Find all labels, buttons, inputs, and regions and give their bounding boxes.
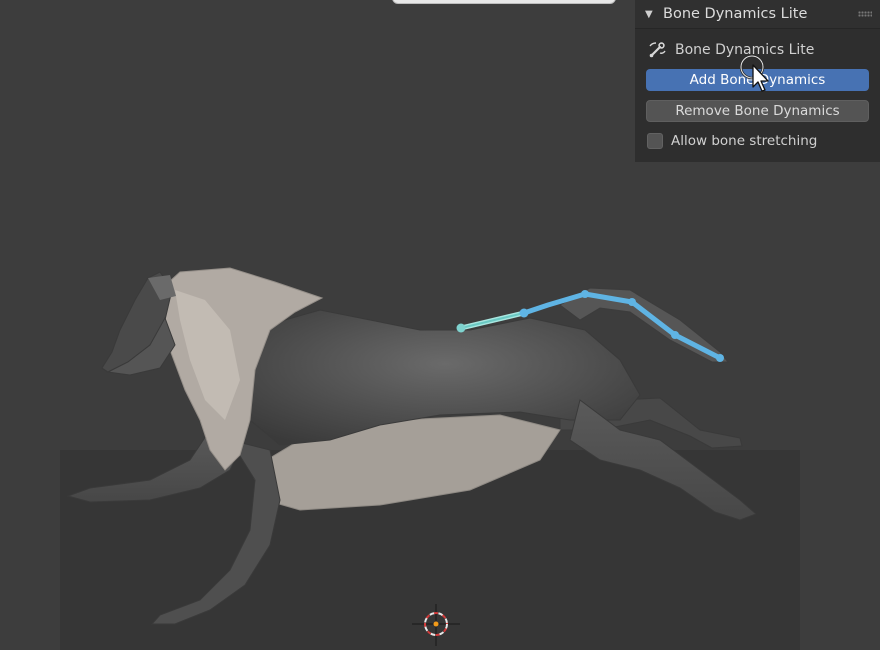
panel-title: Bone Dynamics Lite: [663, 6, 808, 22]
header-popup-edge: [392, 0, 616, 4]
remove-bone-dynamics-button[interactable]: Remove Bone Dynamics: [646, 100, 869, 122]
allow-stretching-checkbox[interactable]: [647, 133, 663, 149]
triangle-down-icon[interactable]: ▼: [645, 9, 661, 20]
allow-stretching-row[interactable]: Allow bone stretching: [646, 130, 869, 152]
panel-header[interactable]: ▼ Bone Dynamics Lite: [635, 0, 880, 29]
drag-grip-icon[interactable]: [858, 11, 872, 17]
addon-label: Bone Dynamics Lite: [675, 42, 815, 58]
allow-stretching-label[interactable]: Allow bone stretching: [671, 133, 817, 149]
add-bone-dynamics-button[interactable]: Add Bone Dynamics: [646, 69, 869, 91]
bone-dynamics-panel: ▼ Bone Dynamics Lite Bone Dynamics Lite …: [635, 0, 880, 162]
addon-label-row: Bone Dynamics Lite: [646, 35, 869, 65]
bone-dynamics-icon: [648, 40, 668, 60]
